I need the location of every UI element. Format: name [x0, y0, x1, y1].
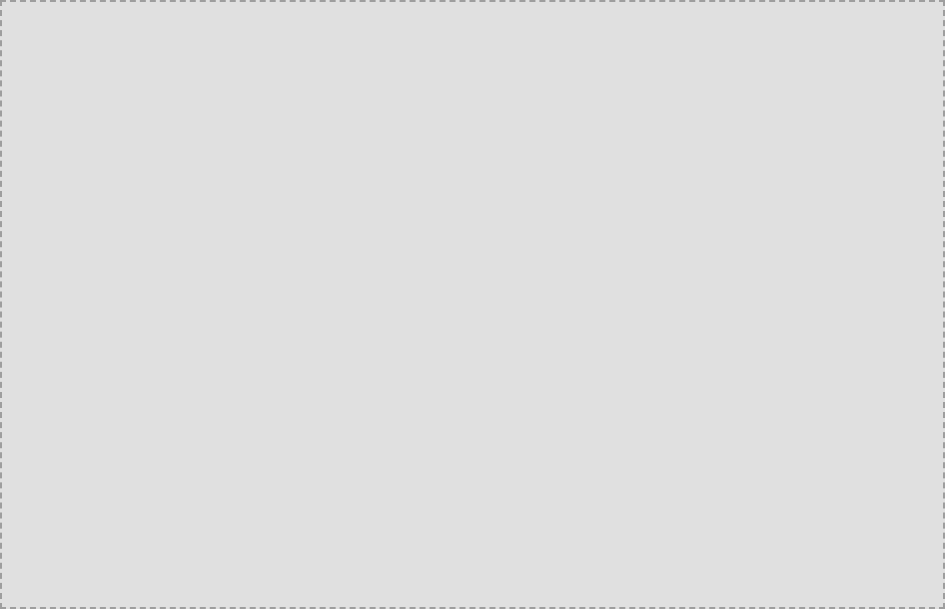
placeholder	[0, 0, 945, 609]
